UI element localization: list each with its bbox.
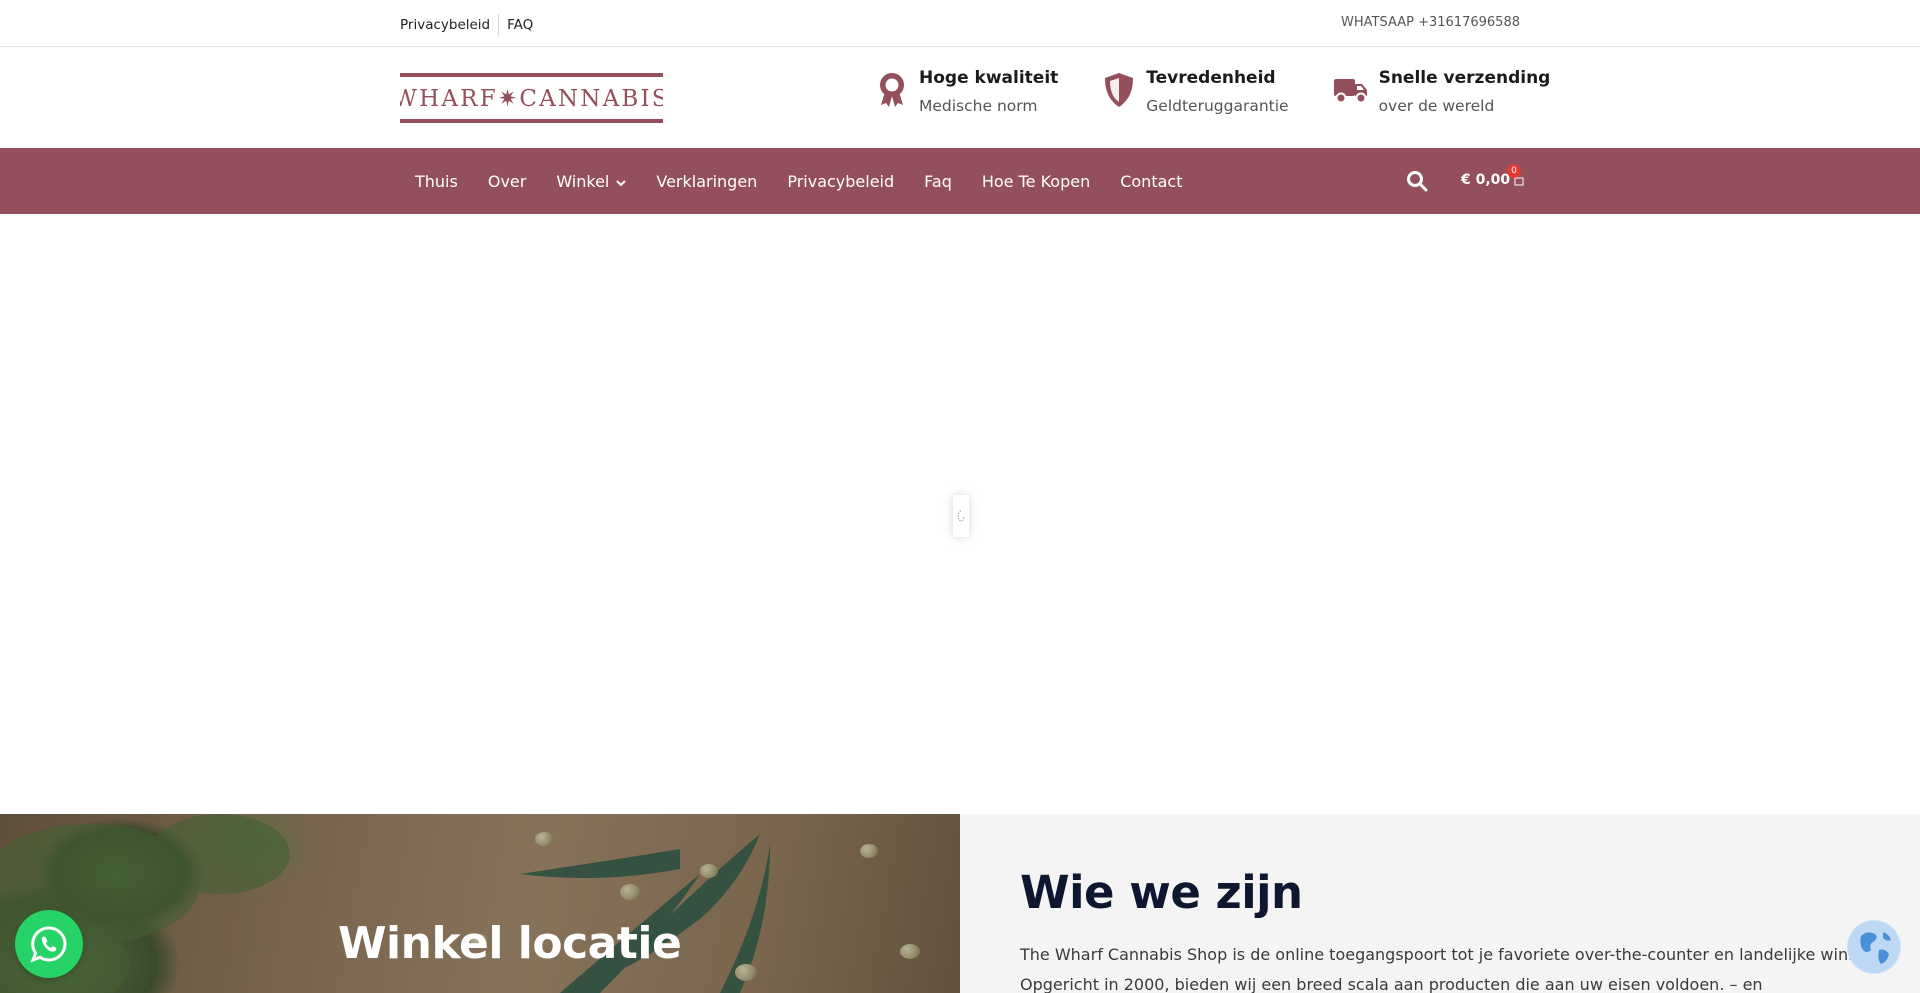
feature-title: Hoge kwaliteit: [919, 68, 1059, 88]
whatsapp-icon: [30, 926, 67, 963]
top-links: Privacybeleid FAQ: [400, 14, 533, 36]
language-switcher-button[interactable]: [1847, 920, 1901, 974]
nav-menu: Thuis Over Winkel Verklaringen Privacybe…: [400, 148, 1197, 214]
award-ribbon-icon: [875, 70, 909, 110]
about-heading: Wie we zijn: [1020, 866, 1303, 919]
top-link-faq[interactable]: FAQ: [507, 17, 533, 33]
feature-shipping: Snelle verzending over de wereld: [1333, 67, 1551, 117]
logo-text: WHARF✷CANNABIS: [400, 86, 663, 112]
top-bar: Privacybeleid FAQ WHATSAAP +31617696588: [0, 0, 1920, 47]
spinner-icon: [957, 510, 965, 522]
nav-item-label: Winkel: [556, 171, 610, 191]
truck-icon: [1333, 70, 1369, 110]
feature-title: Tevredenheid: [1146, 68, 1276, 88]
nav-item-faq[interactable]: Faq: [909, 172, 967, 191]
divider: [498, 14, 500, 36]
feature-title: Snelle verzending: [1378, 68, 1551, 88]
site-logo[interactable]: WHARF✷CANNABIS: [400, 73, 663, 123]
about-panel: Wie we zijn The Wharf Cannabis Shop is d…: [960, 814, 1920, 993]
store-location-title: Winkel locatie: [338, 918, 682, 969]
nav-item-verklaringen[interactable]: Verklaringen: [641, 172, 772, 191]
feature-quality: Hoge kwaliteit Medische norm: [875, 67, 1058, 117]
nav-item-hoe-te-kopen[interactable]: Hoe Te Kopen: [967, 172, 1105, 191]
nav-item-winkel[interactable]: Winkel: [541, 172, 641, 191]
cart-count-badge: 0: [1507, 164, 1521, 178]
feature-list: Hoge kwaliteit Medische norm Tevredenhei…: [875, 67, 1550, 117]
feature-subtitle: Geldteruggarantie: [1146, 97, 1289, 115]
site-header: WHARF✷CANNABIS Hoge kwaliteit Medische n…: [0, 47, 1920, 148]
loading-spinner: [953, 495, 969, 537]
whatsapp-number[interactable]: WHATSAAP +31617696588: [1341, 15, 1520, 30]
about-text: The Wharf Cannabis Shop is de online toe…: [1020, 945, 1876, 993]
feature-satisfaction: Tevredenheid Geldteruggarantie: [1102, 67, 1289, 117]
search-icon[interactable]: [1406, 170, 1428, 192]
whatsapp-chat-button[interactable]: [15, 910, 83, 978]
nav-item-thuis[interactable]: Thuis: [400, 172, 473, 191]
shield-icon: [1102, 70, 1136, 110]
cart-button[interactable]: € 0,00 0: [1461, 164, 1524, 188]
chevron-down-icon: [616, 172, 627, 191]
top-link-privacybeleid[interactable]: Privacybeleid: [400, 17, 490, 33]
nav-item-contact[interactable]: Contact: [1105, 172, 1197, 191]
cart-total: € 0,00: [1461, 172, 1511, 188]
info-section: Winkel locatie Wie we zijn The Wharf Can…: [0, 814, 1920, 993]
store-location-banner[interactable]: Winkel locatie: [0, 814, 960, 993]
nav-item-privacybeleid[interactable]: Privacybeleid: [772, 172, 909, 191]
feature-subtitle: Medische norm: [919, 97, 1038, 115]
nav-item-over[interactable]: Over: [473, 172, 541, 191]
main-nav: Thuis Over Winkel Verklaringen Privacybe…: [0, 148, 1920, 214]
globe-icon: [1848, 921, 1900, 973]
feature-subtitle: over de wereld: [1378, 97, 1495, 115]
